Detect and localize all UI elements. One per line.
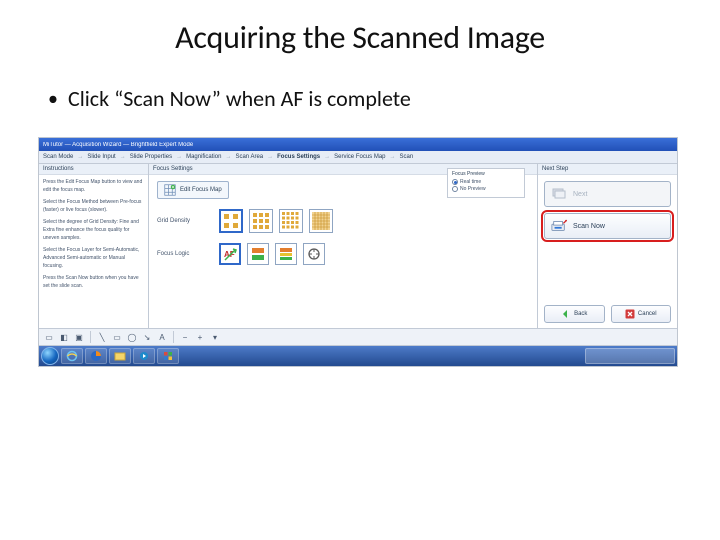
scan-now-label: Scan Now	[573, 223, 605, 230]
grid-density-normal[interactable]	[249, 209, 273, 233]
windows-taskbar	[39, 346, 677, 366]
tool-strip: ▭ ◧ ▣ ╲ ▭ ◯ ↘ A − + ▾	[39, 328, 677, 346]
cancel-label: Cancel	[638, 311, 657, 317]
tool-zoom-out[interactable]: −	[179, 331, 191, 343]
focus-logic-auto[interactable]: AF	[219, 243, 241, 265]
preview-none-option[interactable]: No Preview	[452, 186, 520, 192]
wizard-step[interactable]: Slide Properties	[130, 154, 172, 160]
taskbar-preview[interactable]	[585, 348, 675, 364]
preview-realtime-option[interactable]: Real time	[452, 179, 520, 185]
focus-logic-adv[interactable]	[275, 243, 297, 265]
taskbar-ie[interactable]	[61, 348, 83, 364]
grid-density-coarse[interactable]	[219, 209, 243, 233]
wizard-step[interactable]: Scan	[400, 154, 414, 160]
wizard-step[interactable]: Slide Input	[87, 154, 115, 160]
taskbar-app[interactable]	[157, 348, 179, 364]
cancel-button[interactable]: Cancel	[611, 305, 672, 323]
next-button[interactable]: Next	[544, 181, 671, 207]
wizard-step[interactable]: Magnification	[186, 154, 221, 160]
close-icon	[625, 309, 635, 319]
tool-eraser[interactable]: ◧	[58, 331, 70, 343]
bullet-item: • Click “Scan Now” when AF is complete	[42, 85, 678, 113]
instructions-panel: Instructions Press the Edit Focus Map bu…	[39, 164, 149, 329]
wizard-step-active[interactable]: Focus Settings	[277, 154, 320, 160]
bullet-text: Click “Scan Now” when AF is complete	[68, 85, 411, 113]
tool-select[interactable]: ▣	[73, 331, 85, 343]
tool-zoom-in[interactable]: +	[194, 331, 206, 343]
bullet-dot: •	[48, 85, 58, 113]
wizard-breadcrumb: Scan Mode→ Slide Input→ Slide Properties…	[39, 151, 677, 164]
scanner-icon	[551, 219, 567, 233]
window-titlebar: MiTutor — Acquisition Wizard — Brightfie…	[39, 138, 677, 151]
grid-density-label: Grid Density	[157, 218, 209, 224]
tool-rect[interactable]: ▭	[111, 331, 123, 343]
back-button[interactable]: Back	[544, 305, 605, 323]
next-button-label: Next	[573, 191, 587, 198]
next-step-header: Next Step	[538, 164, 677, 175]
tool-cursor[interactable]: ▭	[43, 331, 55, 343]
focus-logic-semi[interactable]	[247, 243, 269, 265]
grid-density-options	[219, 209, 333, 233]
instructions-body: Press the Edit Focus Map button to view …	[39, 175, 148, 297]
window-title: MiTutor — Acquisition Wizard — Brightfie…	[43, 142, 193, 148]
taskbar-mediaplayer[interactable]	[133, 348, 155, 364]
grid-density-fine[interactable]	[279, 209, 303, 233]
wizard-step[interactable]: Scan Area	[235, 154, 263, 160]
focus-logic-label: Focus Logic	[157, 251, 209, 257]
radio-icon	[452, 186, 458, 192]
tool-circle[interactable]: ◯	[126, 331, 138, 343]
focus-preview-title: Focus Preview	[452, 171, 520, 177]
focus-preview-box: Focus Preview Real time No Preview	[447, 168, 525, 198]
taskbar-firefox[interactable]	[85, 348, 107, 364]
focus-logic-options: AF	[219, 243, 325, 265]
layers-icon	[551, 187, 567, 201]
focus-logic-manual[interactable]	[303, 243, 325, 265]
edit-focus-map-label: Edit Focus Map	[180, 187, 222, 193]
scan-now-button[interactable]: Scan Now	[544, 213, 671, 239]
wizard-step[interactable]: Service Focus Map	[334, 154, 385, 160]
arrow-left-icon	[561, 309, 571, 319]
grid-density-xfine[interactable]	[309, 209, 333, 233]
edit-focus-map-button[interactable]: Edit Focus Map	[157, 181, 229, 199]
wizard-step[interactable]: Scan Mode	[43, 154, 73, 160]
tool-line[interactable]: ╲	[96, 331, 108, 343]
instructions-header: Instructions	[39, 164, 148, 175]
radio-icon	[452, 179, 458, 185]
taskbar-explorer[interactable]	[109, 348, 131, 364]
slide-title: Acquiring the Scanned Image	[42, 18, 678, 57]
grid-plus-icon	[164, 184, 176, 196]
next-step-panel: Next Step Next Scan Now Back	[537, 164, 677, 329]
back-label: Back	[574, 311, 587, 317]
start-orb[interactable]	[41, 347, 59, 365]
tool-arrow[interactable]: ↘	[141, 331, 153, 343]
tool-dropdown[interactable]: ▾	[209, 331, 221, 343]
embedded-screenshot: MiTutor — Acquisition Wizard — Brightfie…	[38, 137, 678, 367]
tool-text[interactable]: A	[156, 331, 168, 343]
